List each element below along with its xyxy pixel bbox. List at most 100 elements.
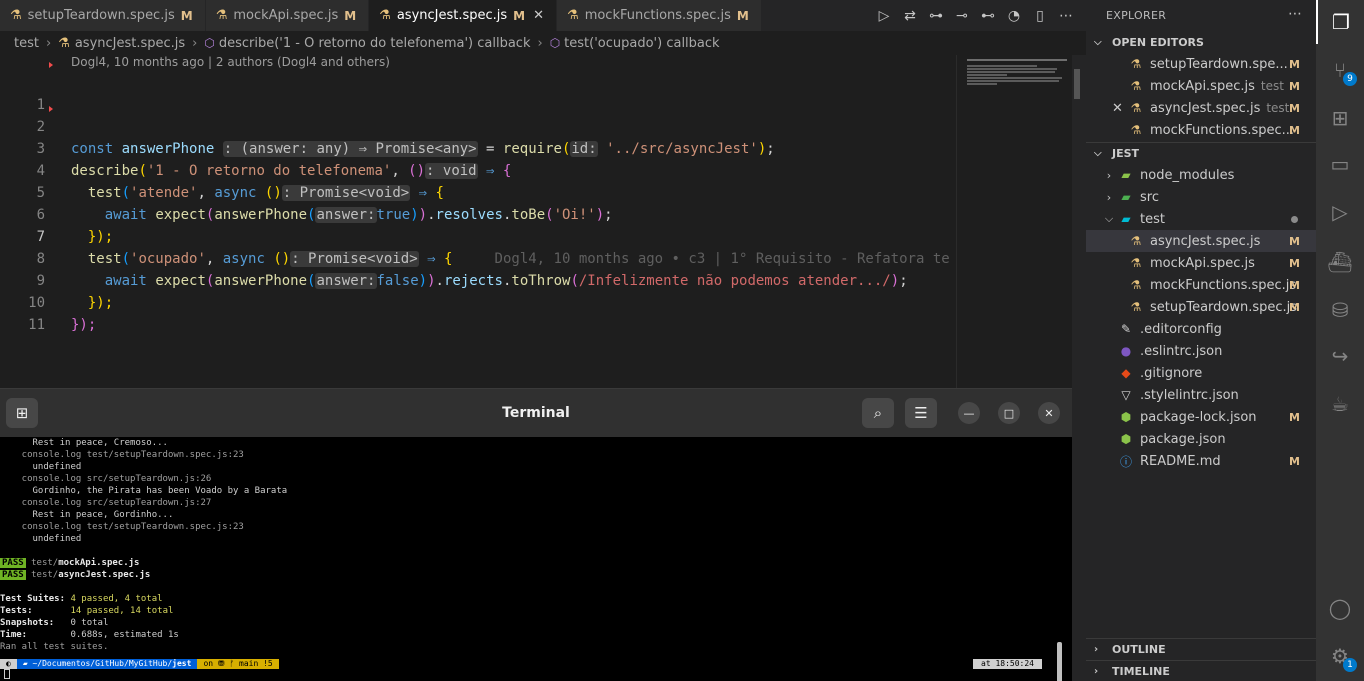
split-editor-icon[interactable]: ▯ — [1030, 8, 1050, 24]
project-section[interactable]: ⌵ JEST — [1086, 142, 1316, 164]
gear-icon[interactable]: ⚙ 1 — [1316, 634, 1364, 678]
code-line: 7 test('ocupado', async (): Promise<void… — [36, 229, 950, 267]
maximize-icon[interactable]: □ — [998, 402, 1020, 424]
compare-icon[interactable]: ⇄ — [900, 8, 920, 24]
code-line: 4 test('atende', async (): Promise<void>… — [36, 163, 444, 201]
previous-change-icon[interactable]: ⊸ — [952, 8, 972, 24]
search-icon[interactable]: ⌕ — [862, 398, 894, 428]
chevron-right-icon: › — [1094, 644, 1099, 655]
chevron-right-icon: › — [1106, 190, 1112, 204]
open-editor-item-active[interactable]: ✕ ⚗ asyncJest.spec.js test M — [1086, 97, 1316, 119]
code-line: 1 const answerPhone : (answer: any) ⇒ Pr… — [0, 62, 956, 157]
git-blame-codelens[interactable]: Dogl4, 10 months ago | 2 authors (Dogl4 … — [71, 55, 390, 69]
breadcrumb-describe[interactable]: describe('1 - O retorno do telefonema') … — [219, 36, 531, 51]
close-icon[interactable]: ✕ — [1038, 402, 1060, 424]
test-folder-icon: ▰ — [1121, 212, 1131, 226]
code-line: 8 await expect(answerPhone(answer:false)… — [36, 251, 908, 289]
activity-bar: ❐ ⑂ 9 ⊞ ▭ ▷ ⛴ ⛁ ↪ ☕ ◯ ⚙ 1 — [1316, 0, 1364, 681]
database-icon[interactable]: ⛁ — [1316, 288, 1364, 332]
tree-file-gitignore[interactable]: ◆ .gitignore — [1086, 362, 1316, 384]
chevron-right-icon: › — [537, 35, 543, 51]
node-folder-icon: ▰ — [1121, 168, 1131, 182]
source-control-icon[interactable]: ⑂ 9 — [1316, 48, 1364, 92]
coffee-icon[interactable]: ☕ — [1316, 382, 1364, 426]
flask-icon: ⚗ — [1130, 278, 1142, 292]
folder-icon: ▰ — [22, 659, 28, 668]
code-line: 5 await expect(answerPhone(answer:true))… — [36, 185, 613, 223]
bottom-sections: › OUTLINE › TIMELINE — [1086, 638, 1316, 681]
code-line: 2 — [0, 94, 956, 135]
flask-icon: ⚗ — [1130, 79, 1142, 93]
more-actions-icon[interactable]: ⋯ — [1288, 6, 1302, 22]
tab-mockapi[interactable]: ⚗ mockApi.spec.js M — [205, 0, 370, 31]
flask-icon: ⚗ — [379, 8, 391, 23]
outline-section[interactable]: › OUTLINE — [1086, 638, 1316, 660]
next-change-icon[interactable]: ⊷ — [978, 8, 998, 24]
breadcrumb-file[interactable]: asyncJest.spec.js — [75, 36, 185, 51]
close-icon[interactable]: ✕ — [533, 8, 544, 23]
summary-line: Snapshots: 0 total — [0, 618, 109, 628]
open-editor-item[interactable]: ⚗ setupTeardown.spe... M — [1086, 53, 1316, 75]
tree-folder-src[interactable]: › ▰ src — [1086, 186, 1316, 208]
git-commit-icon[interactable]: ⊶ — [926, 8, 946, 24]
tab-mockfunctions[interactable]: ⚗ mockFunctions.spec.js M — [557, 0, 762, 31]
minimap[interactable] — [956, 55, 1072, 388]
modified-badge: M — [180, 8, 193, 23]
close-icon[interactable]: ✕ — [1112, 101, 1123, 116]
tree-file-stylelintrc[interactable]: ▽ .stylelintrc.json — [1086, 384, 1316, 406]
terminal-scrollbar[interactable] — [1057, 642, 1062, 681]
open-editor-item[interactable]: ⚗ mockFunctions.spec... M — [1086, 119, 1316, 141]
open-editors-section[interactable]: ⌵ OPEN EDITORS — [1086, 31, 1316, 53]
tab-asyncjest[interactable]: ⚗ asyncJest.spec.js M ✕ — [369, 0, 558, 31]
editor-scrollbar[interactable] — [1072, 55, 1086, 681]
tree-file-setupteardown[interactable]: ⚗ setupTeardown.spec.js M — [1086, 296, 1316, 318]
code-line: 6 }); — [36, 207, 114, 245]
editor-tab-bar: ⚗ setupTeardown.spec.js M ⚗ mockApi.spec… — [0, 0, 1086, 31]
tree-file-asyncjest[interactable]: ⚗ asyncJest.spec.js M — [1086, 230, 1316, 252]
more-actions-icon[interactable]: ⋯ — [1056, 8, 1076, 24]
run-icon[interactable]: ▷ — [874, 8, 894, 24]
tree-file-package[interactable]: ⬢ package.json — [1086, 428, 1316, 450]
open-editor-item[interactable]: ⚗ mockApi.spec.js test M — [1086, 75, 1316, 97]
breadcrumb-test[interactable]: test('ocupado') callback — [564, 36, 719, 51]
eslint-icon: ● — [1120, 344, 1132, 358]
tree-folder-test[interactable]: ⌵ ▰ test — [1086, 208, 1316, 230]
tab-setupteardown[interactable]: ⚗ setupTeardown.spec.js M — [0, 0, 206, 31]
breakpoint-marker — [49, 106, 53, 112]
tree-folder-node-modules[interactable]: › ▰ node_modules — [1086, 164, 1316, 186]
explorer-sidebar: EXPLORER ⋯ ⌵ OPEN EDITORS ⚗ setupTeardow… — [1086, 0, 1316, 681]
minimize-icon[interactable]: — — [958, 402, 980, 424]
live-share-icon[interactable]: ↪ — [1316, 334, 1364, 378]
chevron-right-icon: › — [192, 35, 198, 51]
stylelint-icon: ▽ — [1121, 388, 1131, 402]
new-tab-icon[interactable]: ⊞ — [6, 398, 38, 428]
docker-icon[interactable]: ⛴ — [1316, 240, 1364, 284]
explorer-icon[interactable]: ❐ — [1316, 0, 1364, 44]
remote-explorer-icon[interactable]: ▭ — [1316, 142, 1364, 186]
tree-file-package-lock[interactable]: ⬢ package-lock.json M — [1086, 406, 1316, 428]
tree-file-mockfunctions[interactable]: ⚗ mockFunctions.spec.js M — [1086, 274, 1316, 296]
account-icon[interactable]: ◯ — [1316, 586, 1364, 630]
run-debug-icon[interactable]: ▷ — [1316, 190, 1364, 234]
chevron-down-icon: ⌵ — [1094, 148, 1102, 159]
tree-file-eslintrc[interactable]: ● .eslintrc.json — [1086, 340, 1316, 362]
modified-badge: M — [513, 8, 526, 23]
code-line: 3 describe('1 - O retorno do telefonema'… — [36, 141, 512, 179]
tree-file-mockapi[interactable]: ⚗ mockApi.spec.js M — [1086, 252, 1316, 274]
tree-file-readme[interactable]: ⓘ README.md M — [1086, 450, 1316, 472]
terminal-output[interactable]: Rest in peace, Cremoso... console.log te… — [0, 437, 1062, 681]
flask-icon: ⚗ — [1130, 123, 1142, 137]
summary-line: Test Suites: 4 passed, 4 total — [0, 594, 163, 604]
code-editor[interactable]: 1 const answerPhone : (answer: any) ⇒ Pr… — [0, 62, 956, 333]
timeline-section[interactable]: › TIMELINE — [1086, 660, 1316, 681]
flask-icon: ⚗ — [1130, 256, 1142, 270]
code-line: 9 }); — [36, 273, 114, 311]
hamburger-menu-icon[interactable]: ☰ — [905, 398, 937, 428]
extensions-icon[interactable]: ⊞ — [1316, 96, 1364, 140]
toggle-blame-icon[interactable]: ◔ — [1004, 8, 1024, 24]
terminal-header: ⊞ Terminal ⌕ ☰ — □ ✕ — [0, 389, 1072, 437]
modified-dot — [1291, 215, 1298, 223]
breadcrumb-folder[interactable]: test — [14, 36, 39, 51]
flask-icon: ⚗ — [1130, 101, 1142, 115]
tree-file-editorconfig[interactable]: ✎ .editorconfig — [1086, 318, 1316, 340]
